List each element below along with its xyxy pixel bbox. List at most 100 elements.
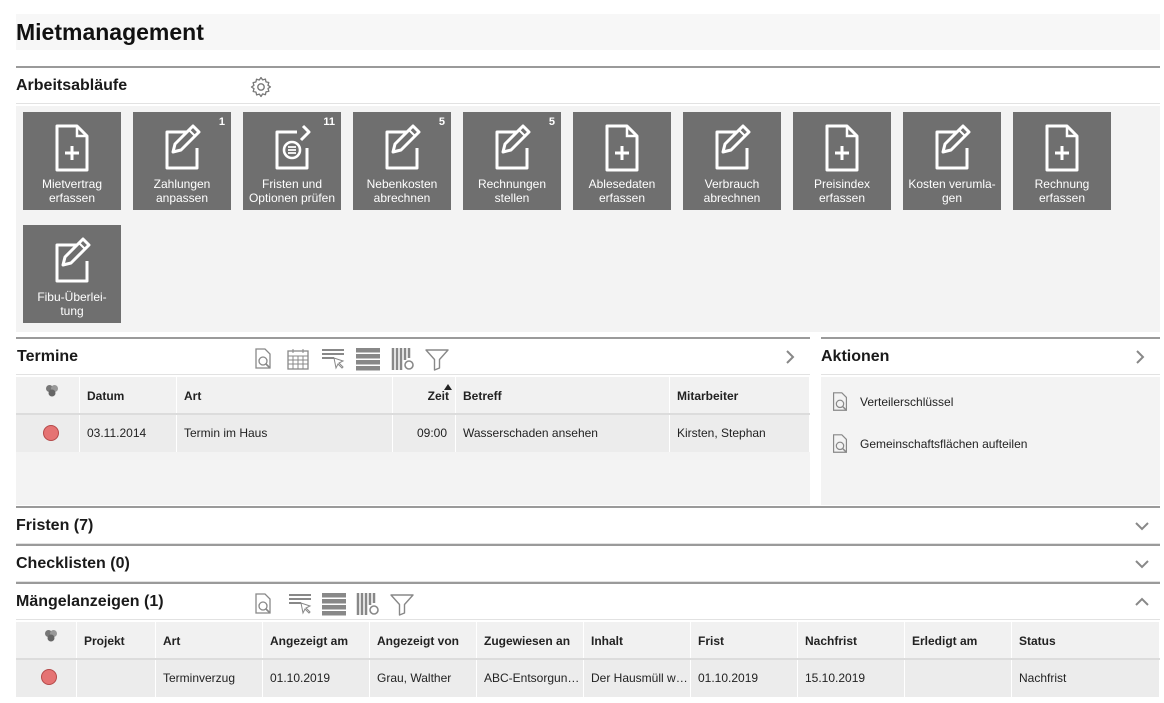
cell-zeit: 09:00 xyxy=(393,415,456,452)
tile-label-line-2: erfassen xyxy=(1038,191,1086,205)
workflow-tile-8[interactable]: Preisindex erfassen xyxy=(793,112,891,210)
tile-label: Ablesedaten erfassen xyxy=(575,177,669,205)
tile-label-line-1: Mietvertrag xyxy=(41,177,103,191)
edit-icon xyxy=(715,124,751,170)
tile-label-line-2: abrechnen xyxy=(703,191,761,205)
column-header-zeit[interactable]: Zeit xyxy=(393,377,456,413)
workflow-tile-7[interactable]: Verbrauch abrechnen xyxy=(683,112,781,210)
workflow-tile-10[interactable]: Rechnung erfassen xyxy=(1013,112,1111,210)
tile-label-line-2: anpassen xyxy=(155,191,209,205)
search-document-icon[interactable] xyxy=(251,592,275,616)
tile-label-line-2: stellen xyxy=(494,191,530,205)
workflow-tile-4[interactable]: 5 Nebenkosten abrechnen xyxy=(353,112,451,210)
tile-label-line-2: erfassen xyxy=(48,191,96,205)
table-row[interactable]: Terminverzug 01.10.2019 Grau, Walther AB… xyxy=(16,660,1160,697)
tile-count-badge: 5 xyxy=(438,116,445,128)
workflow-tile-6[interactable]: Ablesedaten erfassen xyxy=(573,112,671,210)
edit-icon xyxy=(165,124,201,170)
cell-mitarbeiter: Kirsten, Stephan xyxy=(670,415,810,452)
maengel-header: Mängelanzeigen (1) xyxy=(16,582,1160,620)
tile-label-line-1: Ablesedaten xyxy=(588,177,656,191)
workflow-tile-2[interactable]: 1 Zahlungen anpassen xyxy=(133,112,231,210)
workflows-title: Arbeitsabläufe xyxy=(16,77,128,94)
column-header-status[interactable]: Status xyxy=(1012,622,1160,658)
column-header-angezeigt-von[interactable]: Angezeigt von xyxy=(370,622,477,658)
status-red-dot xyxy=(41,669,57,685)
tile-count-badge: 1 xyxy=(218,116,225,128)
tile-label-line-2: tung xyxy=(60,304,84,318)
column-header-frist[interactable]: Frist xyxy=(691,622,798,658)
tile-label-line-1: Fristen und xyxy=(261,177,323,191)
fristen-header[interactable]: Fristen (7) xyxy=(16,506,1160,544)
cell-art: Terminverzug xyxy=(156,660,263,697)
workflows-header: Arbeitsabläufe xyxy=(16,66,1160,104)
table-row[interactable]: 03.11.2014 Termin im Haus 09:00 Wassersc… xyxy=(16,415,810,452)
page-title-bar: Mietmanagement xyxy=(16,14,1160,50)
workflow-tiles-area: Mietvertrag erfassen 1 Zahlungen anpassen 11 F… xyxy=(16,106,1160,332)
workflow-tile-5[interactable]: 5 Rechnungen stellen xyxy=(463,112,561,210)
status-circles-icon xyxy=(45,630,57,642)
checklisten-title: Checklisten (0) xyxy=(16,555,130,572)
tile-label-line-2: abrechnen xyxy=(373,191,431,205)
workflow-tile-3[interactable]: 11 Fristen und Optionen prüfen xyxy=(243,112,341,210)
tile-label-line-2: gen xyxy=(941,191,963,205)
rows-icon[interactable] xyxy=(356,347,380,371)
chevron-down-icon[interactable] xyxy=(1134,518,1150,534)
checklisten-header[interactable]: Checklisten (0) xyxy=(16,544,1160,582)
cell-frist: 01.10.2019 xyxy=(691,660,798,697)
cell-datum: 03.11.2014 xyxy=(80,415,177,452)
termine-header: Termine xyxy=(16,337,810,375)
fristen-title: Fristen (7) xyxy=(16,517,94,534)
column-header-projekt[interactable]: Projekt xyxy=(77,622,156,658)
cell-status: Nachfrist xyxy=(1012,660,1160,697)
select-rows-icon[interactable] xyxy=(321,347,345,371)
status-circles-icon xyxy=(46,385,58,397)
column-header-inhalt[interactable]: Inhalt xyxy=(584,622,691,658)
columns-settings-icon[interactable] xyxy=(356,592,380,616)
tile-label: Rechnung erfassen xyxy=(1015,177,1109,205)
status-cell xyxy=(16,660,77,697)
workflow-tile-11[interactable]: Fibu-Überlei-tung xyxy=(23,225,121,323)
doc-plus-icon xyxy=(605,124,639,172)
column-header-nachfrist[interactable]: Nachfrist xyxy=(798,622,905,658)
chevron-down-icon[interactable] xyxy=(1134,556,1150,572)
cell-angezeigt-am: 01.10.2019 xyxy=(263,660,370,697)
search-document-icon[interactable] xyxy=(251,347,275,371)
rows-icon[interactable] xyxy=(322,592,346,616)
calendar-icon[interactable] xyxy=(286,347,310,371)
column-header-art[interactable]: Art xyxy=(156,622,263,658)
workflow-tile-1[interactable]: Mietvertrag erfassen xyxy=(23,112,121,210)
tile-label: Fristen und Optionen prüfen xyxy=(245,177,339,205)
gear-icon[interactable] xyxy=(249,75,273,99)
cell-nachfrist: 15.10.2019 xyxy=(798,660,905,697)
tile-label-line-1: Verbrauch xyxy=(704,177,760,191)
column-header-zeit-label: Zeit xyxy=(427,389,449,403)
tile-label-line-2: erfassen xyxy=(818,191,866,205)
column-header-angezeigt-am[interactable]: Angezeigt am xyxy=(263,622,370,658)
workflow-tile-9[interactable]: Kosten verumla-gen xyxy=(903,112,1001,210)
column-header-art[interactable]: Art xyxy=(177,377,393,413)
chevron-right-icon[interactable] xyxy=(782,349,798,365)
tile-label-line-1: Zahlungen xyxy=(153,177,211,191)
select-rows-icon[interactable] xyxy=(288,592,312,616)
status-red-dot xyxy=(43,425,59,441)
column-header-mitarbeiter[interactable]: Mitarbeiter xyxy=(670,377,810,413)
filter-icon[interactable] xyxy=(425,347,449,371)
status-column-header[interactable] xyxy=(16,622,77,658)
cell-zugewiesen-an: ABC-Entsorgungs GmbH xyxy=(477,660,584,697)
status-column-header[interactable] xyxy=(16,377,80,413)
edit-icon xyxy=(935,124,971,170)
status-cell xyxy=(16,415,80,452)
tile-label: Nebenkosten abrechnen xyxy=(355,177,449,205)
chevron-right-icon[interactable] xyxy=(1132,349,1148,365)
columns-settings-icon[interactable] xyxy=(391,347,415,371)
aktionen-panel: Verteilerschlüssel Gemeinschaftsflächen … xyxy=(821,377,1160,505)
column-header-erledigt-am[interactable]: Erledigt am xyxy=(905,622,1012,658)
column-header-betreff[interactable]: Betreff xyxy=(456,377,670,413)
column-header-datum[interactable]: Datum xyxy=(80,377,177,413)
chevron-up-icon[interactable] xyxy=(1134,594,1150,610)
filter-icon[interactable] xyxy=(390,592,414,616)
column-header-zugewiesen-an[interactable]: Zugewiesen an xyxy=(477,622,584,658)
search-document-icon xyxy=(832,392,848,411)
edit-icon xyxy=(495,124,531,170)
